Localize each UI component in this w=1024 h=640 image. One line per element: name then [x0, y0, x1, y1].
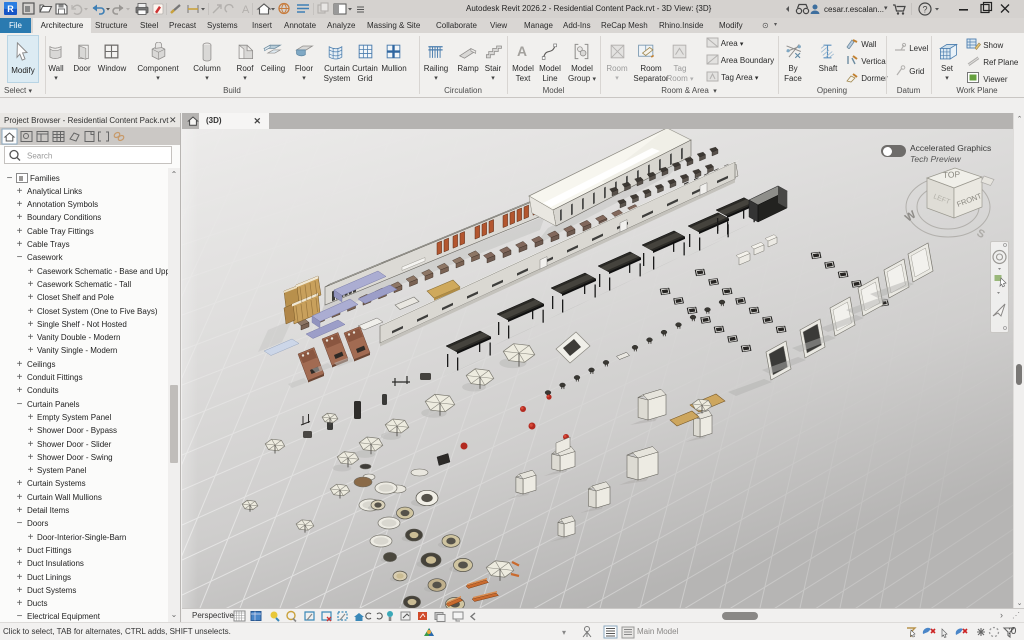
svg-text:A: A: [517, 43, 527, 59]
svg-text:R: R: [7, 4, 14, 14]
svg-text:?: ?: [922, 5, 927, 15]
svg-text:W: W: [903, 208, 919, 224]
svg-text:A: A: [242, 4, 250, 16]
svg-text:Search: Search: [27, 152, 52, 161]
svg-text:TOP: TOP: [943, 169, 961, 180]
